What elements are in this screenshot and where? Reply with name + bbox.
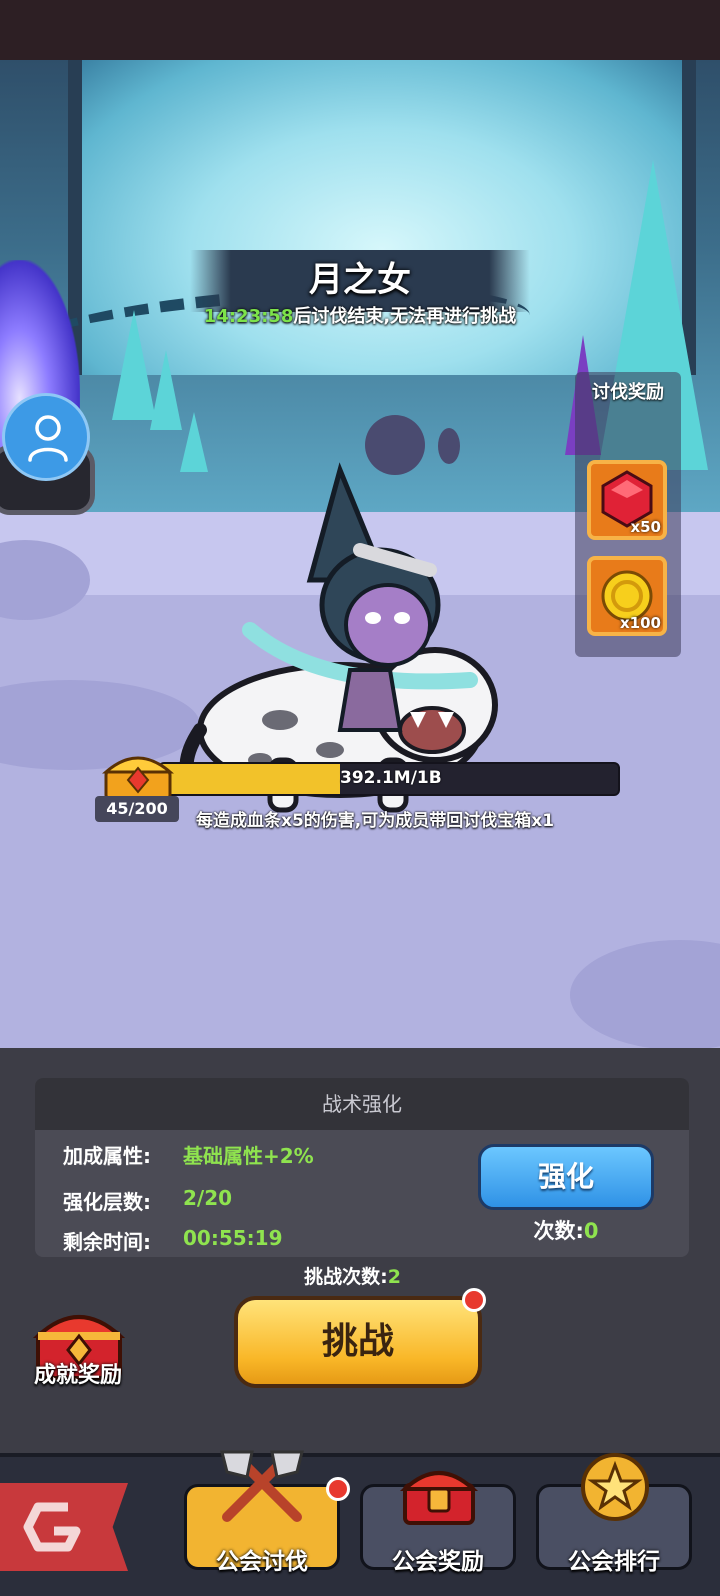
challenge-button[interactable]: 挑战 (234, 1296, 482, 1388)
reward-qty: x100 (620, 614, 661, 632)
remaining-time-label: 剩余时间: (63, 1230, 151, 1254)
challenge-countdown: 14:23:58后讨伐结束,无法再进行挑战 (0, 302, 720, 328)
countdown-text: 后讨伐结束,无法再进行挑战 (293, 306, 517, 327)
bonus-attribute-value: 基础属性+2% (183, 1144, 314, 1168)
player-avatar-button[interactable] (2, 393, 90, 481)
enhance-layers-value: 2/20 (183, 1186, 233, 1210)
crossed-axes-icon (220, 1450, 304, 1522)
enhance-count: 次数:0 (478, 1215, 654, 1245)
enhance-count-value: 0 (583, 1219, 599, 1243)
tactics-title: 战术强化 (35, 1078, 689, 1130)
achievement-reward-label[interactable]: 成就奖励 (0, 1357, 156, 1389)
boss-hp-fill (160, 764, 340, 794)
notification-dot (326, 1477, 350, 1501)
challenge-count-value: 2 (387, 1266, 401, 1288)
boss-name: 月之女 (309, 260, 411, 300)
damage-hint: 每造成血条x5的伤害,可为成员带回讨伐宝箱x1 (196, 811, 555, 831)
crystal-decoration (150, 350, 182, 430)
guild-logo-icon (23, 1502, 81, 1552)
tab-guild-rewards-label: 公会奖励 (392, 1549, 484, 1575)
star-medal-icon (581, 1453, 649, 1521)
reward-slot-coin[interactable]: x100 (587, 556, 667, 636)
bonus-attribute-label: 加成属性: (63, 1144, 151, 1168)
boss-hp-text: 392.1M/1B (340, 768, 442, 788)
challenge-count: 挑战次数:2 (0, 1262, 705, 1289)
reward-title: 讨伐奖励 (592, 382, 664, 403)
enhance-button[interactable]: 强化 (478, 1144, 654, 1210)
reward-chest-icon (399, 1471, 479, 1525)
countdown-timer: 14:23:58 (203, 306, 294, 327)
tab-guild-ranking-label: 公会排行 (568, 1549, 660, 1575)
notification-dot (462, 1288, 486, 1312)
status-bar (0, 0, 720, 60)
remaining-time-value: 00:55:19 (183, 1226, 283, 1250)
challenge-count-label: 挑战次数: (304, 1266, 388, 1288)
chest-progress: 45/200 (95, 796, 179, 822)
reward-slot-gem[interactable]: x50 (587, 460, 667, 540)
user-icon (28, 415, 68, 462)
enhance-layers-label: 强化层数: (63, 1190, 151, 1214)
reward-qty: x50 (630, 518, 661, 536)
back-button[interactable] (0, 1483, 128, 1571)
reward-panel: 讨伐奖励 x50 x100 (575, 372, 681, 657)
tab-guild-raid-label: 公会讨伐 (216, 1549, 308, 1575)
enhance-count-label: 次数: (533, 1219, 584, 1243)
